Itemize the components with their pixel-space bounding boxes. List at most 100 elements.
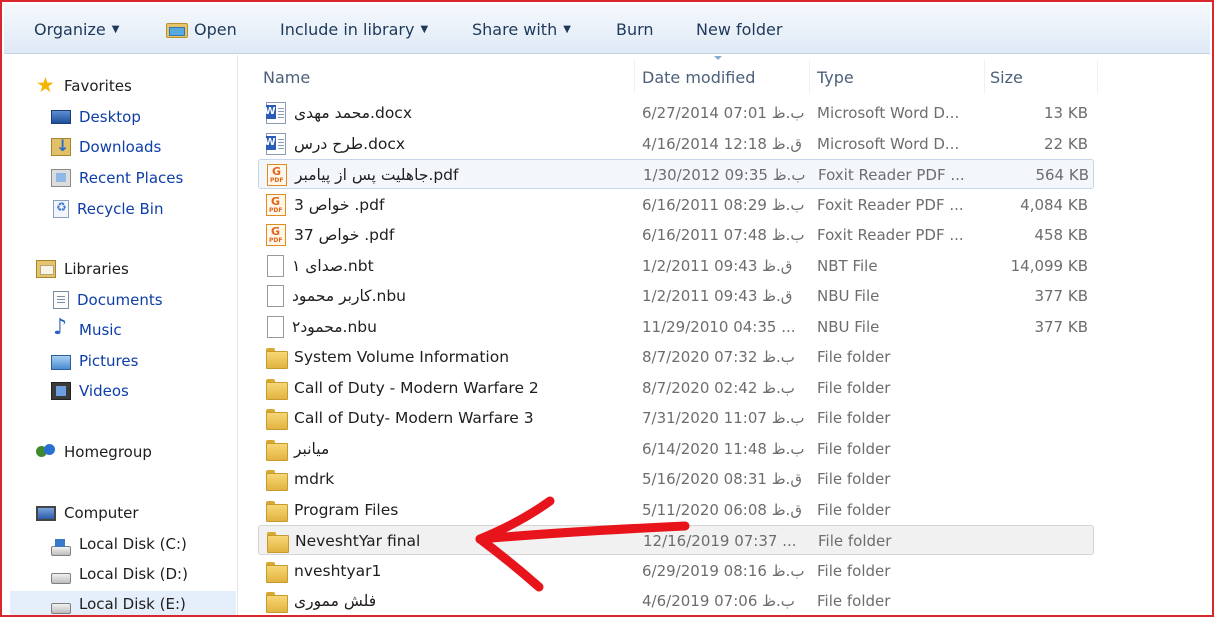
downloads-icon [51, 136, 71, 156]
file-name-cell: خواص 37 .pdf [266, 220, 626, 250]
file-row[interactable]: جاهلیت پس از پیامبر.pdf 1/30/2012 09:35 ب… [258, 159, 1094, 189]
file-size [988, 373, 1088, 403]
recycle-bin-icon [53, 200, 69, 218]
column-header-name[interactable]: Name [263, 60, 635, 94]
file-row[interactable]: محمد مهدی.docx 6/27/2014 07:01 ب.ظ Microso… [258, 98, 1094, 128]
file-name: محمد مهدی.docx [294, 104, 412, 122]
nav-music[interactable]: Music [51, 315, 122, 343]
folder-icon [266, 561, 288, 583]
chevron-down-icon: ▼ [563, 23, 571, 35]
nav-recent-places[interactable]: Recent Places [51, 165, 183, 191]
command-bar: Organize ▼ Open Include in library ▼ Sha… [4, 4, 1210, 54]
organize-label: Organize [34, 19, 106, 39]
nav-desktop[interactable]: Desktop [51, 104, 141, 130]
include-in-library-button[interactable]: Include in library ▼ [280, 4, 428, 54]
share-with-button[interactable]: Share with ▼ [472, 4, 571, 54]
file-name-cell: محمد مهدی.docx [266, 98, 626, 128]
column-header-date-modified[interactable]: Date modified [642, 60, 810, 94]
hard-disk-icon [51, 572, 71, 584]
folder-icon [266, 348, 288, 369]
file-name: فلش مموری [294, 592, 377, 610]
file-name-cell: جاهلیت پس از پیامبر.pdf [267, 160, 627, 190]
file-row[interactable]: Program Files 5/11/2020 06:08 ق.ظ File fol… [258, 495, 1094, 525]
new-folder-label: New folder [696, 19, 783, 39]
burn-button[interactable]: Burn [616, 4, 654, 54]
nav-computer[interactable]: Computer [36, 500, 139, 526]
file-name: Program Files [294, 500, 399, 519]
file-row[interactable]: خواص 3 .pdf 6/16/2011 08:29 ب.ظ Foxit Read… [258, 190, 1094, 220]
file-type: NBT File [817, 256, 878, 275]
explorer-window: Organize ▼ Open Include in library ▼ Sha… [0, 0, 1214, 617]
organize-button[interactable]: Organize ▼ [34, 4, 119, 54]
file-size [988, 556, 1088, 586]
file-size [988, 434, 1088, 464]
file-date-modified: 12/16/2019 07:37 ... [643, 532, 797, 550]
nav-disk-d[interactable]: Local Disk (D:) [51, 561, 188, 587]
column-header-type-label: Type [817, 67, 854, 87]
nav-documents[interactable]: Documents [51, 287, 163, 313]
nav-libraries[interactable]: Libraries [36, 256, 129, 282]
file-name-cell: خواص 3 .pdf [266, 190, 626, 220]
column-header-size[interactable]: Size [990, 60, 1098, 94]
file-size: 564 KB [1035, 166, 1089, 184]
file-date-modified: 6/14/2020 11:48 ب.ظ [642, 439, 805, 458]
new-folder-button[interactable]: New folder [696, 4, 782, 54]
file-row[interactable]: Call of Duty - Modern Warfare 2 8/7/2020 … [258, 373, 1094, 403]
file-type: File folder [817, 470, 891, 488]
music-icon [51, 315, 71, 340]
nav-videos[interactable]: Videos [51, 378, 129, 404]
file-row[interactable]: فلش مموری 4/6/2019 07:06 ب.ظ File folder [258, 586, 1094, 615]
file-name-cell: کاربر محمود.nbu [266, 281, 626, 311]
file-date-modified: 4/16/2014 12:18 ق.ظ [642, 134, 802, 153]
pdf-icon [266, 193, 286, 216]
file-name: خواص 37 .pdf [294, 226, 395, 244]
file-row[interactable]: کاربر محمود.nbu 1/2/2011 09:43 ق.ظ NBU Fil… [258, 281, 1094, 311]
file-date-modified: 6/29/2019 08:16 ب.ظ [642, 561, 805, 580]
file-row[interactable]: طرح درس.docx 4/16/2014 12:18 ق.ظ Microsoft… [258, 129, 1094, 159]
open-button[interactable]: Open [166, 4, 237, 54]
file-row[interactable]: System Volume Information 8/7/2020 07:32 … [258, 342, 1094, 372]
file-row[interactable]: صدای ۱.nbt 1/2/2011 09:43 ق.ظ NBT File 14,0… [258, 251, 1094, 281]
file-date-modified: 6/16/2011 07:48 ب.ظ [642, 226, 805, 244]
nav-music-label: Music [79, 321, 122, 339]
computer-icon [36, 505, 56, 521]
file-date-modified: 8/7/2020 07:32 ب.ظ [642, 348, 795, 366]
nav-homegroup[interactable]: Homegroup [36, 439, 152, 465]
open-folder-icon [166, 20, 188, 38]
file-name: محمود۲.nbu [292, 317, 377, 336]
nav-pictures[interactable]: Pictures [51, 348, 138, 374]
file-row[interactable]: خواص 37 .pdf 6/16/2011 07:48 ب.ظ Foxit Rea… [258, 220, 1094, 250]
nav-disk-e[interactable]: Local Disk (E:) [10, 591, 236, 615]
nav-libraries-label: Libraries [64, 260, 129, 278]
file-type: File folder [817, 439, 891, 458]
folder-icon [267, 532, 289, 553]
nav-recycle-bin[interactable]: Recycle Bin [51, 196, 163, 222]
file-row[interactable]: میانبر 6/14/2020 11:48 ب.ظ File folder [258, 434, 1094, 464]
file-name: کاربر محمود.nbu [292, 287, 406, 305]
column-header-type[interactable]: Type [817, 60, 985, 94]
folder-icon [266, 378, 288, 400]
file-date-modified: 8/7/2020 02:42 ب.ظ [642, 378, 795, 397]
nav-downloads[interactable]: Downloads [51, 134, 161, 160]
file-row[interactable]: محمود۲.nbu 11/29/2010 04:35 ... NBU File 37… [258, 312, 1094, 342]
file-row[interactable]: Call of Duty- Modern Warfare 3 7/31/2020 … [258, 403, 1094, 433]
file-name-cell: Call of Duty - Modern Warfare 2 [266, 373, 626, 403]
burn-label: Burn [616, 19, 654, 39]
file-type: Foxit Reader PDF ... [817, 195, 964, 214]
file-row[interactable]: nveshtyar1 6/29/2019 08:16 ب.ظ File folder [258, 556, 1094, 586]
file-type: Foxit Reader PDF ... [817, 226, 964, 244]
file-size: 14,099 KB [1010, 256, 1088, 275]
file-date-modified: 5/11/2020 06:08 ق.ظ [642, 500, 802, 519]
file-row[interactable]: mdrk 5/16/2020 08:31 ق.ظ File folder [258, 464, 1094, 494]
file-name: طرح درس.docx [294, 134, 406, 153]
nav-disk-c[interactable]: Local Disk (C:) [51, 531, 187, 557]
nav-favorites[interactable]: Favorites [36, 73, 132, 99]
file-name-cell: فلش مموری [266, 586, 626, 615]
file-type: File folder [817, 592, 891, 610]
column-header-size-label: Size [990, 67, 1023, 87]
nav-disk-e-label: Local Disk (E:) [79, 595, 186, 613]
nav-documents-label: Documents [77, 291, 163, 309]
nav-videos-label: Videos [79, 382, 129, 400]
file-date-modified: 1/2/2011 09:43 ق.ظ [642, 287, 793, 305]
file-row[interactable]: NeveshtYar final 12/16/2019 07:37 ... File… [258, 525, 1094, 555]
